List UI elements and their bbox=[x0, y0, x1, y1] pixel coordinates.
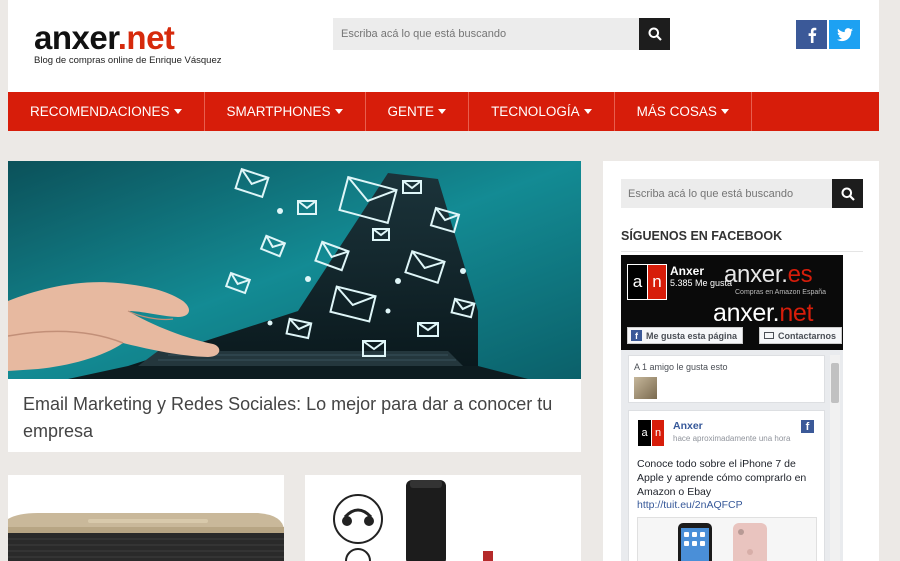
site-logo[interactable]: anxer.net Blog de compras online de Enri… bbox=[34, 19, 222, 67]
fb-friends-box: A 1 amigo le gusta esto bbox=[628, 355, 825, 403]
nav-label: GENTE bbox=[387, 104, 435, 119]
sidebar: SÍGUENOS EN FACEBOOK a n Anxer 5.385 Me … bbox=[603, 161, 879, 561]
sidebar-search-button[interactable] bbox=[832, 179, 863, 208]
featured-post-card[interactable]: Email Marketing y Redes Sociales: Lo mej… bbox=[8, 161, 581, 452]
fb-like-page-button[interactable]: f Me gusta esta página bbox=[627, 327, 744, 344]
nav-label: MÁS COSAS bbox=[636, 104, 717, 119]
nav-label: TECNOLOGÍA bbox=[491, 104, 580, 119]
caret-down-icon bbox=[438, 109, 447, 114]
facebook-section-heading: SÍGUENOS EN FACEBOOK bbox=[621, 229, 783, 243]
logo-tagline: Blog de compras online de Enrique Vásque… bbox=[34, 55, 222, 66]
fb-scrollbar[interactable] bbox=[830, 355, 840, 561]
post-card-speaker[interactable] bbox=[8, 475, 284, 561]
caret-down-icon bbox=[334, 109, 343, 114]
site-header: anxer.net Blog de compras online de Enri… bbox=[8, 0, 879, 92]
facebook-icon: f bbox=[631, 330, 642, 341]
envelope-icon bbox=[764, 332, 774, 339]
cover-logo-es: anxer.es bbox=[724, 261, 813, 288]
header-search-input[interactable] bbox=[333, 18, 639, 50]
post-card-image[interactable] bbox=[305, 475, 581, 561]
fb-cover[interactable]: a n Anxer 5.385 Me gusta anxer.es Compra… bbox=[621, 255, 843, 350]
fb-post-link[interactable]: http://tuit.eu/2nAQFCP bbox=[637, 499, 743, 511]
nav-item-mas-cosas[interactable]: MÁS COSAS bbox=[615, 92, 752, 131]
twitter-button[interactable] bbox=[829, 20, 860, 49]
fb-post-image[interactable] bbox=[637, 517, 817, 561]
fb-contact-button[interactable]: Contactarnos bbox=[759, 327, 843, 344]
avatar-letter: n bbox=[651, 420, 664, 446]
sidebar-search bbox=[621, 179, 863, 208]
search-icon bbox=[841, 187, 855, 201]
caret-down-icon bbox=[583, 109, 592, 114]
fb-page-avatar[interactable]: a n bbox=[627, 264, 667, 300]
facebook-icon: f bbox=[801, 420, 814, 433]
logo-wordmark: anxer.net bbox=[34, 19, 175, 56]
button-label: Contactarnos bbox=[778, 330, 837, 341]
caret-down-icon bbox=[173, 109, 182, 114]
facebook-button[interactable] bbox=[796, 20, 827, 49]
fb-post-author[interactable]: Anxer bbox=[673, 420, 703, 432]
search-icon bbox=[648, 27, 662, 41]
button-label: Me gusta esta página bbox=[646, 330, 738, 341]
divider bbox=[621, 251, 863, 252]
main-nav: RECOMENDACIONES SMARTPHONES GENTE TECNOL… bbox=[8, 92, 879, 131]
friend-avatar[interactable] bbox=[634, 377, 657, 399]
caret-down-icon bbox=[720, 109, 729, 114]
featured-post-title[interactable]: Email Marketing y Redes Sociales: Lo mej… bbox=[8, 379, 581, 445]
fb-likes-count: 5.385 Me gusta bbox=[670, 278, 733, 288]
avatar-letter: a bbox=[632, 272, 643, 291]
nav-item-gente[interactable]: GENTE bbox=[366, 92, 470, 131]
nav-item-recomendaciones[interactable]: RECOMENDACIONES bbox=[8, 92, 205, 131]
nav-label: SMARTPHONES bbox=[226, 104, 331, 119]
facebook-icon bbox=[808, 27, 816, 43]
fb-friends-text[interactable]: A 1 amigo le gusta esto bbox=[634, 362, 728, 372]
fb-page-name[interactable]: Anxer bbox=[670, 264, 704, 278]
nav-label: RECOMENDACIONES bbox=[30, 104, 170, 119]
header-search bbox=[333, 18, 670, 50]
fb-post-text: Conoce todo sobre el iPhone 7 de Apple y… bbox=[637, 458, 807, 498]
nav-item-smartphones[interactable]: SMARTPHONES bbox=[205, 92, 366, 131]
fb-post: a n Anxer hace aproximadamente una hora … bbox=[628, 410, 825, 561]
header-search-button[interactable] bbox=[639, 18, 670, 50]
post-card-image[interactable] bbox=[8, 475, 284, 561]
cover-tagline: Compras en Amazon España bbox=[735, 289, 827, 296]
scrollbar-thumb[interactable] bbox=[831, 363, 839, 403]
twitter-icon bbox=[836, 27, 853, 41]
facebook-page-widget: a n Anxer 5.385 Me gusta anxer.es Compra… bbox=[621, 255, 843, 561]
fb-post-avatar[interactable]: a n bbox=[637, 419, 665, 447]
post-card-accessories[interactable] bbox=[305, 475, 581, 561]
avatar-letter: n bbox=[647, 265, 666, 299]
sidebar-search-input[interactable] bbox=[621, 179, 831, 208]
fb-post-time[interactable]: hace aproximadamente una hora bbox=[673, 434, 790, 443]
avatar-letter: a bbox=[641, 427, 648, 439]
nav-item-tecnologia[interactable]: TECNOLOGÍA bbox=[469, 92, 615, 131]
featured-post-image[interactable] bbox=[8, 161, 581, 379]
cover-logo-net: anxer.net bbox=[713, 299, 814, 327]
